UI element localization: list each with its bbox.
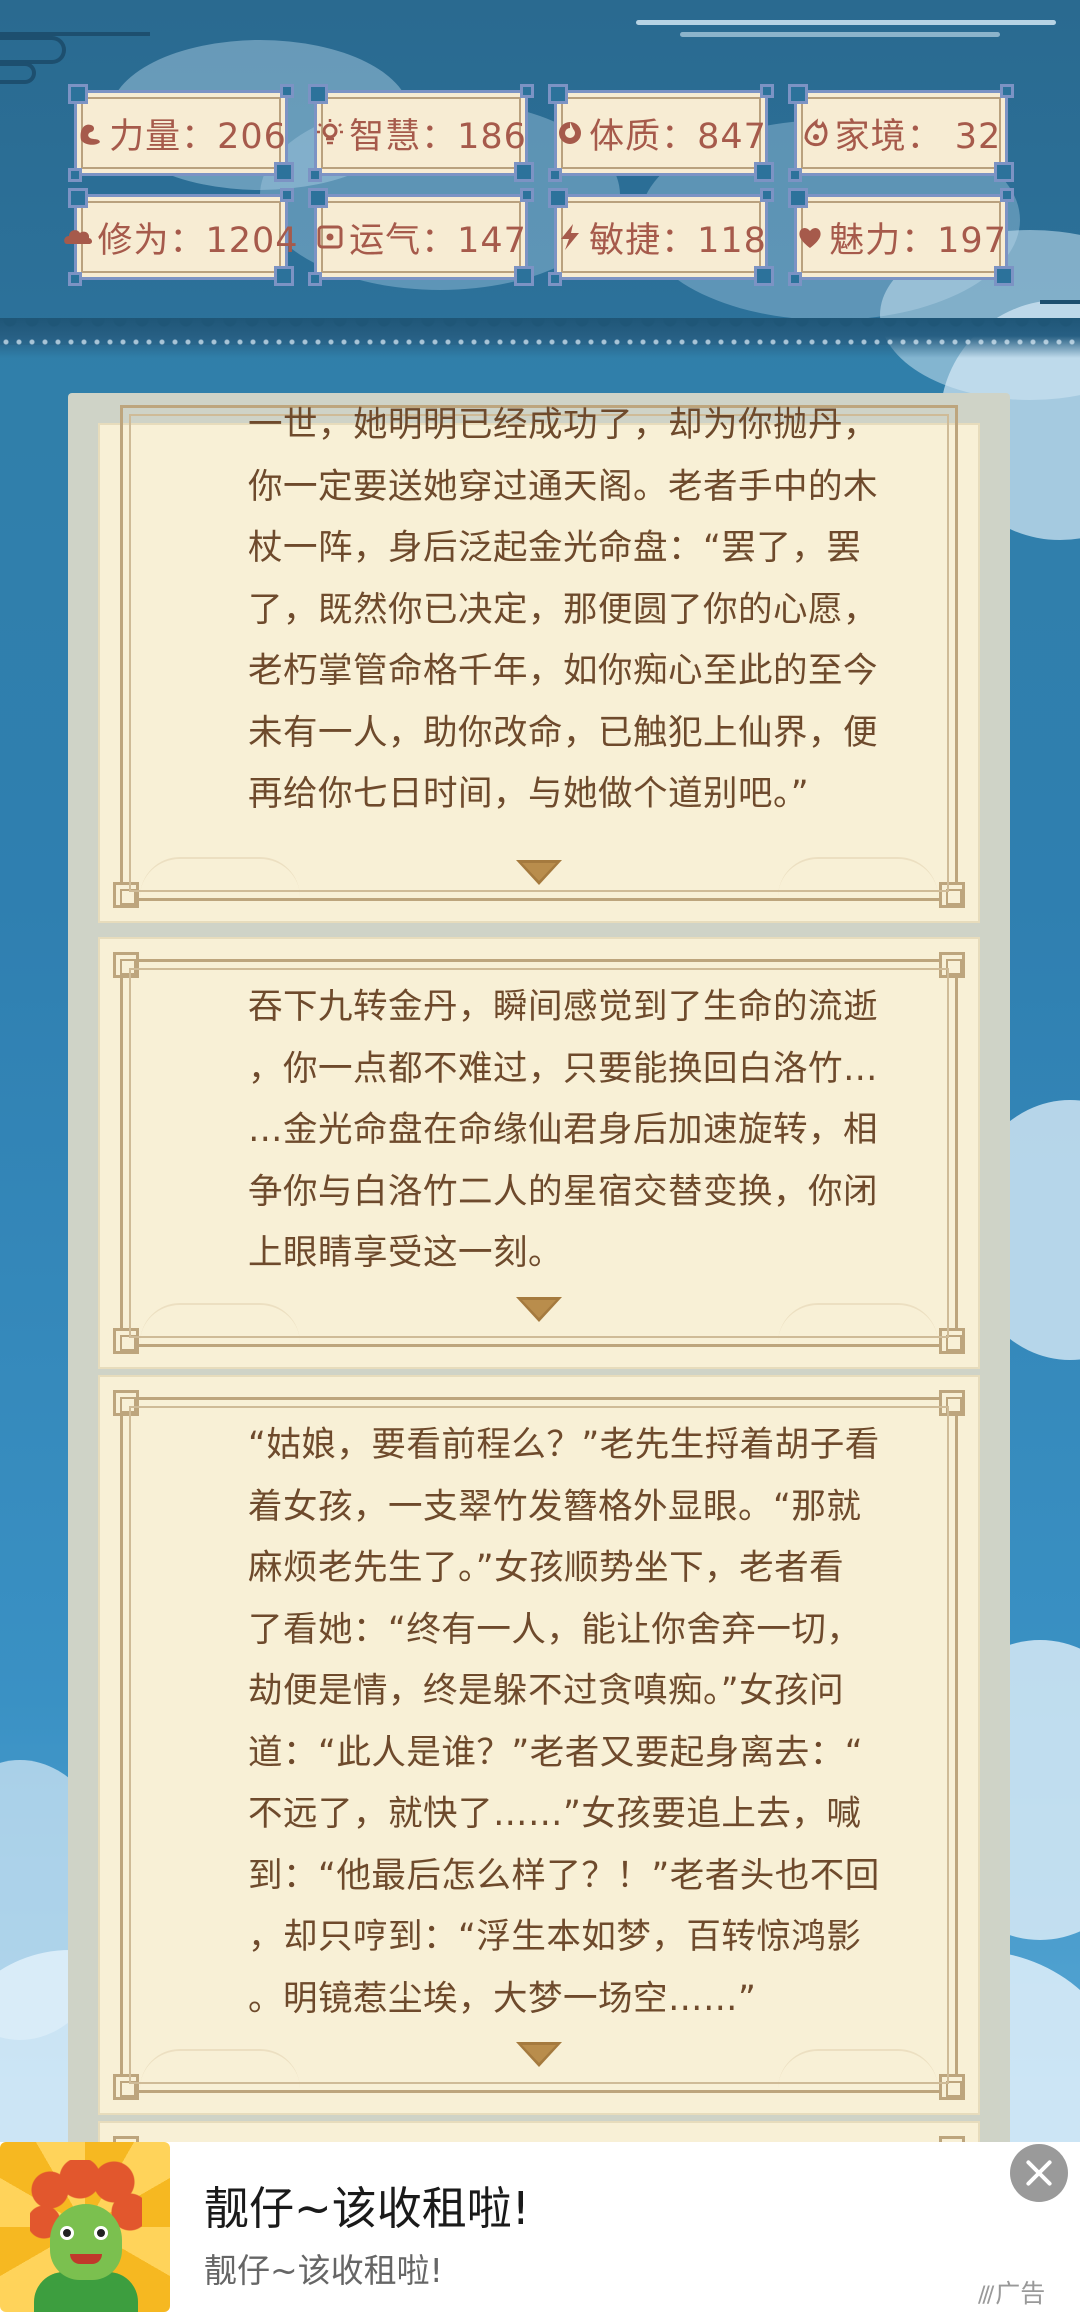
charm-icon xyxy=(795,222,825,252)
story-panel[interactable]: 一世，她明明已经成功了，却为你抛丹， 你一定要送她穿过通天阁。老者手中的木 杖一… xyxy=(68,393,1010,2312)
ad-label: ///广告 xyxy=(978,2274,1045,2310)
story-text: 一世，她明明已经成功了，却为你抛丹， 你一定要送她穿过通天阁。老者手中的木 杖一… xyxy=(248,405,878,814)
agility-icon xyxy=(555,222,585,252)
story-card: 一世，她明明已经成功了，却为你抛丹， 你一定要送她穿过通天阁。老者手中的木 杖一… xyxy=(98,405,980,923)
stat-label: 敏捷：118 xyxy=(589,220,767,261)
attribute-panel: 力量：206 智慧：186 体质：847 家境： 32 修为：1204 运气：1… xyxy=(64,84,1014,290)
decor-swirl xyxy=(0,62,36,84)
stat-label: 家境： 32 xyxy=(834,116,1002,157)
frame-corner xyxy=(113,2074,139,2100)
story-card: 吞下九转金丹，瞬间感觉到了生命的流逝 ，你一点都不难过，只要能换回白洛竹… …金… xyxy=(98,937,980,1369)
story-card: “姑娘，要看前程么？”老先生捋着胡子看 着女孩，一支翠竹发簪格外显眼。“那就 麻… xyxy=(98,1375,980,2115)
decor-swirl xyxy=(0,36,66,64)
decor-line xyxy=(1040,300,1080,304)
story-text: “姑娘，要看前程么？”老先生捋着胡子看 着女孩，一支翠竹发簪格外显眼。“那就 麻… xyxy=(248,1425,880,2019)
mountain-decor xyxy=(778,1303,938,1343)
stat-luck: 运气：147 xyxy=(308,188,534,286)
decor-line xyxy=(636,20,1056,25)
mountain-decor xyxy=(140,1303,300,1343)
stat-charm: 魅力：197 xyxy=(788,188,1014,286)
expand-arrow-icon[interactable] xyxy=(514,857,564,887)
frame-corner xyxy=(939,2074,965,2100)
constitution-icon xyxy=(555,118,585,148)
cultivation-icon xyxy=(63,222,93,252)
expand-arrow-icon[interactable] xyxy=(514,1294,564,1324)
stat-label: 智慧：186 xyxy=(349,116,527,157)
ad-subtitle[interactable]: 靓仔~该收租啦! xyxy=(204,2244,443,2292)
mountain-decor xyxy=(778,2049,938,2089)
stat-family: 家境： 32 xyxy=(788,84,1014,182)
decor-line xyxy=(0,32,150,36)
story-text: 吞下九转金丹，瞬间感觉到了生命的流逝 ，你一点都不难过，只要能换回白洛竹… …金… xyxy=(248,987,878,1273)
mountain-decor xyxy=(140,857,300,897)
decor-line xyxy=(680,32,1000,37)
ad-brand-icon: /// xyxy=(978,2283,994,2308)
frame-corner xyxy=(113,952,139,978)
frame-corner xyxy=(939,882,965,908)
stat-label: 运气：147 xyxy=(349,220,527,261)
stat-label: 力量：206 xyxy=(109,116,287,157)
stat-label: 修为：1204 xyxy=(97,220,299,261)
stat-wisdom: 智慧：186 xyxy=(308,84,534,182)
stat-label: 魅力：197 xyxy=(829,220,1007,261)
strength-icon xyxy=(75,118,105,148)
ad-banner[interactable]: 靓仔~该收租啦! 靓仔~该收租啦! ///广告 xyxy=(0,2142,1080,2312)
frame-corner xyxy=(113,1328,139,1354)
ad-label-text: 广告 xyxy=(995,2279,1046,2308)
mountain-decor xyxy=(140,2049,300,2089)
frame-corner xyxy=(113,1390,139,1416)
ad-title[interactable]: 靓仔~该收租啦! xyxy=(204,2172,530,2237)
stat-agility: 敏捷：118 xyxy=(548,188,774,286)
stat-cultivation: 修为：1204 xyxy=(64,188,298,286)
frame-corner xyxy=(939,1328,965,1354)
stat-constitution: 体质：847 xyxy=(548,84,774,182)
wisdom-icon xyxy=(315,118,345,148)
luck-icon xyxy=(315,222,345,252)
torn-edge-dots xyxy=(0,336,1080,354)
frame-corner xyxy=(939,1390,965,1416)
family-icon xyxy=(801,118,831,148)
expand-arrow-icon[interactable] xyxy=(514,2039,564,2069)
stat-label: 体质：847 xyxy=(589,116,767,157)
frame-corner xyxy=(113,882,139,908)
mountain-decor xyxy=(778,857,938,897)
stat-strength: 力量：206 xyxy=(68,84,294,182)
close-icon[interactable] xyxy=(1010,2144,1068,2202)
ad-app-logo[interactable] xyxy=(0,2142,170,2312)
frame-corner xyxy=(939,952,965,978)
